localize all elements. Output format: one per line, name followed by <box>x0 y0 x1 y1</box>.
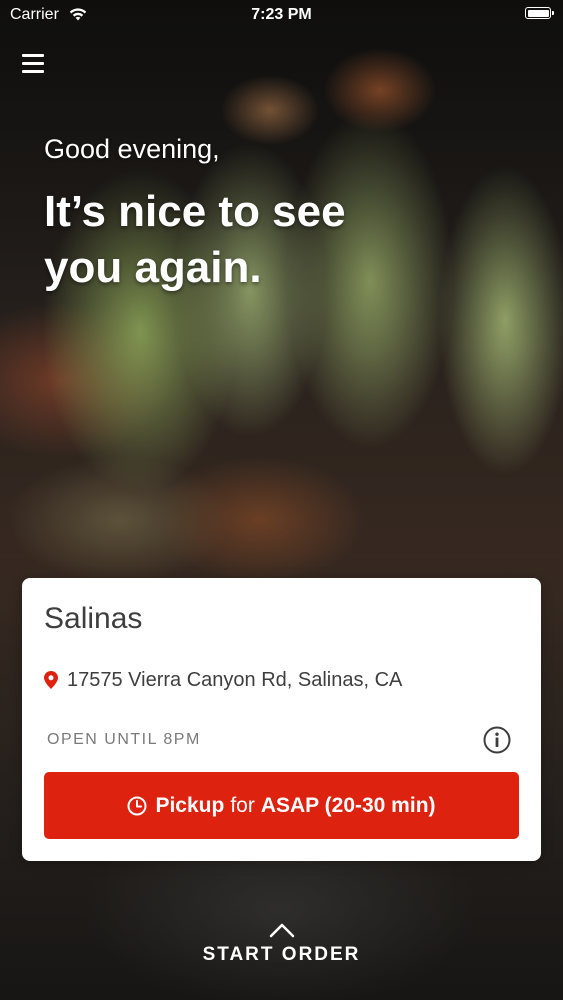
menu-icon[interactable] <box>22 54 44 73</box>
start-order-label: START ORDER <box>202 944 361 965</box>
store-name: Salinas <box>44 602 143 635</box>
pickup-mode-label: Pickup <box>155 793 225 817</box>
location-pin-icon <box>44 671 58 689</box>
chevron-up-icon <box>269 923 294 938</box>
store-address: 17575 Vierra Canyon Rd, Salinas, CA <box>67 669 403 691</box>
clock-icon <box>127 796 147 815</box>
pickup-connector-label: for <box>230 793 255 817</box>
pickup-time-label: ASAP (20-30 min) <box>260 793 436 817</box>
info-icon[interactable] <box>483 726 511 754</box>
status-bar: Carrier 7:23 PM <box>0 0 563 30</box>
pickup-asap-button[interactable]: Pickup for ASAP (20-30 min) <box>44 772 519 839</box>
battery-icon <box>525 7 554 19</box>
greeting-text: Good evening, <box>44 134 220 164</box>
start-order-button[interactable]: START ORDER <box>0 922 563 966</box>
welcome-heading: It’s nice to see you again. <box>44 187 346 292</box>
store-hours: OPEN UNTIL 8PM <box>47 731 201 748</box>
clock-time: 7:23 PM <box>251 6 312 23</box>
location-card: Salinas 17575 Vierra Canyon Rd, Salinas,… <box>22 578 541 861</box>
